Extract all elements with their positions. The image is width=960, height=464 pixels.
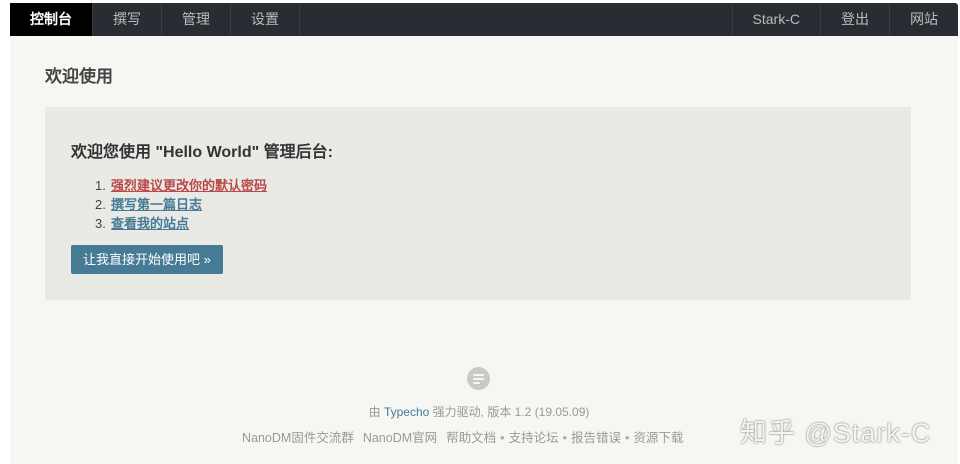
view-site-link[interactable]: 查看我的站点	[111, 214, 189, 233]
list-item: 2. 撰写第一篇日志	[95, 195, 267, 214]
zhihu-watermark: 知乎 @Stark-C	[740, 418, 932, 448]
separator-dot: •	[562, 431, 567, 445]
nav-settings[interactable]: 设置	[231, 3, 300, 36]
list-item: 1. 强烈建议更改你的默认密码	[95, 176, 267, 195]
welcome-heading: 欢迎您使用 "Hello World" 管理后台:	[71, 144, 333, 161]
top-navbar: 控制台 撰写 管理 设置 Stark-C 登出 网站	[10, 3, 958, 36]
footer-link-downloads[interactable]: 资源下载	[633, 431, 683, 445]
list-number: 1.	[95, 178, 106, 193]
nav-dashboard[interactable]: 控制台	[10, 3, 93, 36]
powered-prefix: 由	[368, 405, 381, 419]
nav-user-menu: Stark-C 登出 网站	[731, 3, 958, 36]
nav-main-menu: 控制台 撰写 管理 设置	[10, 3, 300, 36]
typecho-link[interactable]: Typecho	[384, 405, 429, 419]
footer-link-forum[interactable]: 支持论坛	[509, 431, 559, 445]
welcome-panel: 欢迎您使用 "Hello World" 管理后台: 1. 强烈建议更改你的默认密…	[45, 107, 911, 300]
nav-write[interactable]: 撰写	[93, 3, 162, 36]
list-number: 3.	[95, 216, 106, 231]
change-password-link[interactable]: 强烈建议更改你的默认密码	[111, 176, 267, 195]
list-item: 3. 查看我的站点	[95, 214, 267, 233]
typecho-logo-icon	[467, 367, 490, 390]
start-using-button[interactable]: 让我直接开始使用吧 »	[71, 245, 223, 274]
page-title: 欢迎使用	[45, 67, 113, 86]
footer-link-nanodm-site[interactable]: NanoDM官网	[363, 431, 437, 445]
version-text: 强力驱动, 版本 1.2 (19.05.09)	[432, 405, 590, 419]
separator-dot: •	[624, 431, 630, 445]
footer-link-help-docs[interactable]: 帮助文档	[446, 431, 496, 445]
app-window: 控制台 撰写 管理 设置 Stark-C 登出 网站 欢迎使用 欢迎您使用 "H…	[10, 3, 958, 464]
getting-started-list: 1. 强烈建议更改你的默认密码 2. 撰写第一篇日志 3. 查看我的站点	[95, 176, 267, 233]
nav-logout[interactable]: 登出	[820, 3, 889, 36]
footer-link-report-bug[interactable]: 报告错误	[571, 431, 621, 445]
nav-manage[interactable]: 管理	[162, 3, 231, 36]
separator-dot: •	[500, 431, 505, 445]
list-number: 2.	[95, 197, 106, 212]
footer-link-nanodm-group[interactable]: NanoDM固件交流群	[242, 431, 354, 445]
write-first-post-link[interactable]: 撰写第一篇日志	[111, 195, 202, 214]
nav-website[interactable]: 网站	[889, 3, 958, 36]
footer-links: NanoDM固件交流群 NanoDM官网 帮助文档 • 支持论坛 • 报告错误 • 资源下载	[242, 427, 683, 446]
nav-user-profile[interactable]: Stark-C	[731, 3, 820, 36]
